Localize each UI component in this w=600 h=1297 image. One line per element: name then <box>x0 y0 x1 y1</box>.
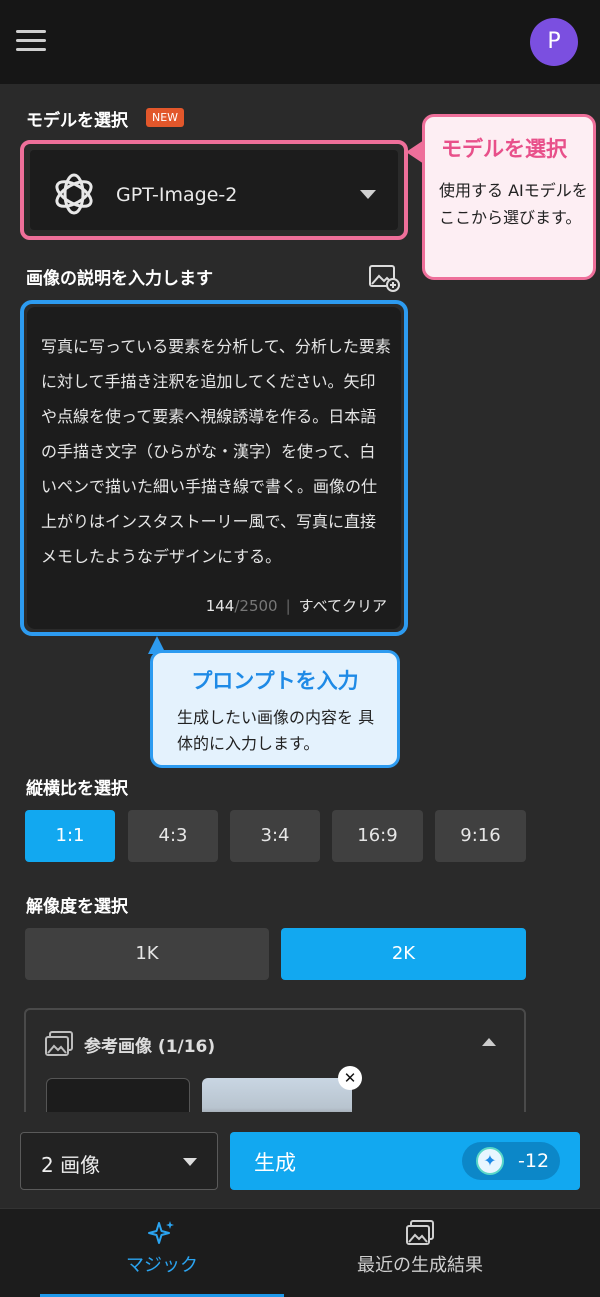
aspect-option-1-1[interactable]: 1:1 <box>25 810 115 862</box>
prompt-highlight-frame: 写真に写っている要素を分析して、分析した要素に対して手描き注釈を追加してください… <box>20 300 408 636</box>
remove-reference-button[interactable]: ✕ <box>338 1066 362 1090</box>
chevron-up-icon[interactable] <box>482 1038 496 1046</box>
model-callout-body: 使用する AIモデルを ここから選びます。 <box>439 181 588 227</box>
selected-model-name: GPT-Image-2 <box>116 184 238 206</box>
new-badge: NEW <box>146 108 185 127</box>
bottom-tab-bar: マジック 最近の生成結果 <box>0 1208 600 1297</box>
char-max: /2500 <box>234 597 278 615</box>
tab-recent-results[interactable]: 最近の生成結果 <box>270 1209 570 1297</box>
image-gallery-icon <box>45 1031 73 1056</box>
top-bar: P <box>0 0 600 84</box>
image-count-value: 2 画像 <box>41 1153 101 1177</box>
footer-separator: | <box>285 597 291 615</box>
user-avatar[interactable]: P <box>530 18 578 66</box>
model-section-label: モデルを選択 <box>26 111 128 131</box>
image-gallery-icon <box>406 1220 434 1245</box>
prompt-footer: 144/2500 | すべてクリア <box>206 595 387 616</box>
reference-images-title: 参考画像 (1/16) <box>84 1037 216 1057</box>
credit-cost-value: -12 <box>518 1150 550 1172</box>
model-callout: モデルを選択 使用する AIモデルを ここから選びます。 <box>422 114 596 280</box>
prompt-callout: プロンプトを入力 生成したい画像の内容を 具体的に入力します。 <box>150 650 400 768</box>
aspect-option-4-3[interactable]: 4:3 <box>128 810 218 862</box>
tab-recent-results-label: 最近の生成結果 <box>357 1255 483 1276</box>
aspect-option-16-9[interactable]: 16:9 <box>332 810 423 862</box>
generate-button[interactable]: 生成 ✦ -12 <box>230 1132 580 1190</box>
prompt-section-label: 画像の説明を入力します <box>26 269 213 289</box>
image-count-select[interactable]: 2 画像 <box>20 1132 218 1190</box>
prompt-text[interactable]: 写真に写っている要素を分析して、分析した要素に対して手描き注釈を追加してください… <box>41 329 391 574</box>
prompt-textarea[interactable]: 写真に写っている要素を分析して、分析した要素に対して手描き注釈を追加してください… <box>27 307 401 629</box>
generate-label: 生成 <box>254 1151 296 1175</box>
action-bar: 2 画像 生成 ✦ -12 <box>0 1112 600 1208</box>
aspect-option-3-4[interactable]: 3:4 <box>230 810 320 862</box>
resolution-option-2k[interactable]: 2K <box>281 928 526 980</box>
resolution-option-1k[interactable]: 1K <box>25 928 269 980</box>
chevron-down-icon <box>360 190 376 199</box>
resolution-section-label: 解像度を選択 <box>26 897 128 917</box>
model-highlight-frame: GPT-Image-2 <box>20 140 408 240</box>
tab-magic-label: マジック <box>126 1255 198 1276</box>
char-count: 144 <box>205 597 235 615</box>
aspect-option-9-16[interactable]: 9:16 <box>435 810 526 862</box>
sparkle-credit-icon: ✦ <box>476 1147 504 1175</box>
add-image-icon[interactable] <box>368 262 400 292</box>
prompt-callout-title: プロンプトを入力 <box>191 669 359 693</box>
menu-icon[interactable] <box>16 30 46 52</box>
credit-cost-pill: ✦ -12 <box>462 1142 560 1180</box>
clear-all-button[interactable]: すべてクリア <box>299 597 387 615</box>
model-callout-title: モデルを選択 <box>441 137 567 161</box>
model-select[interactable]: GPT-Image-2 <box>30 150 398 230</box>
aspect-section-label: 縦横比を選択 <box>26 779 128 799</box>
prompt-callout-body: 生成したい画像の内容を 具体的に入力します。 <box>177 708 375 753</box>
tab-magic[interactable]: マジック <box>12 1209 312 1297</box>
openai-logo-icon <box>55 173 93 215</box>
chevron-down-icon <box>183 1158 197 1166</box>
sparkles-icon <box>148 1221 174 1244</box>
